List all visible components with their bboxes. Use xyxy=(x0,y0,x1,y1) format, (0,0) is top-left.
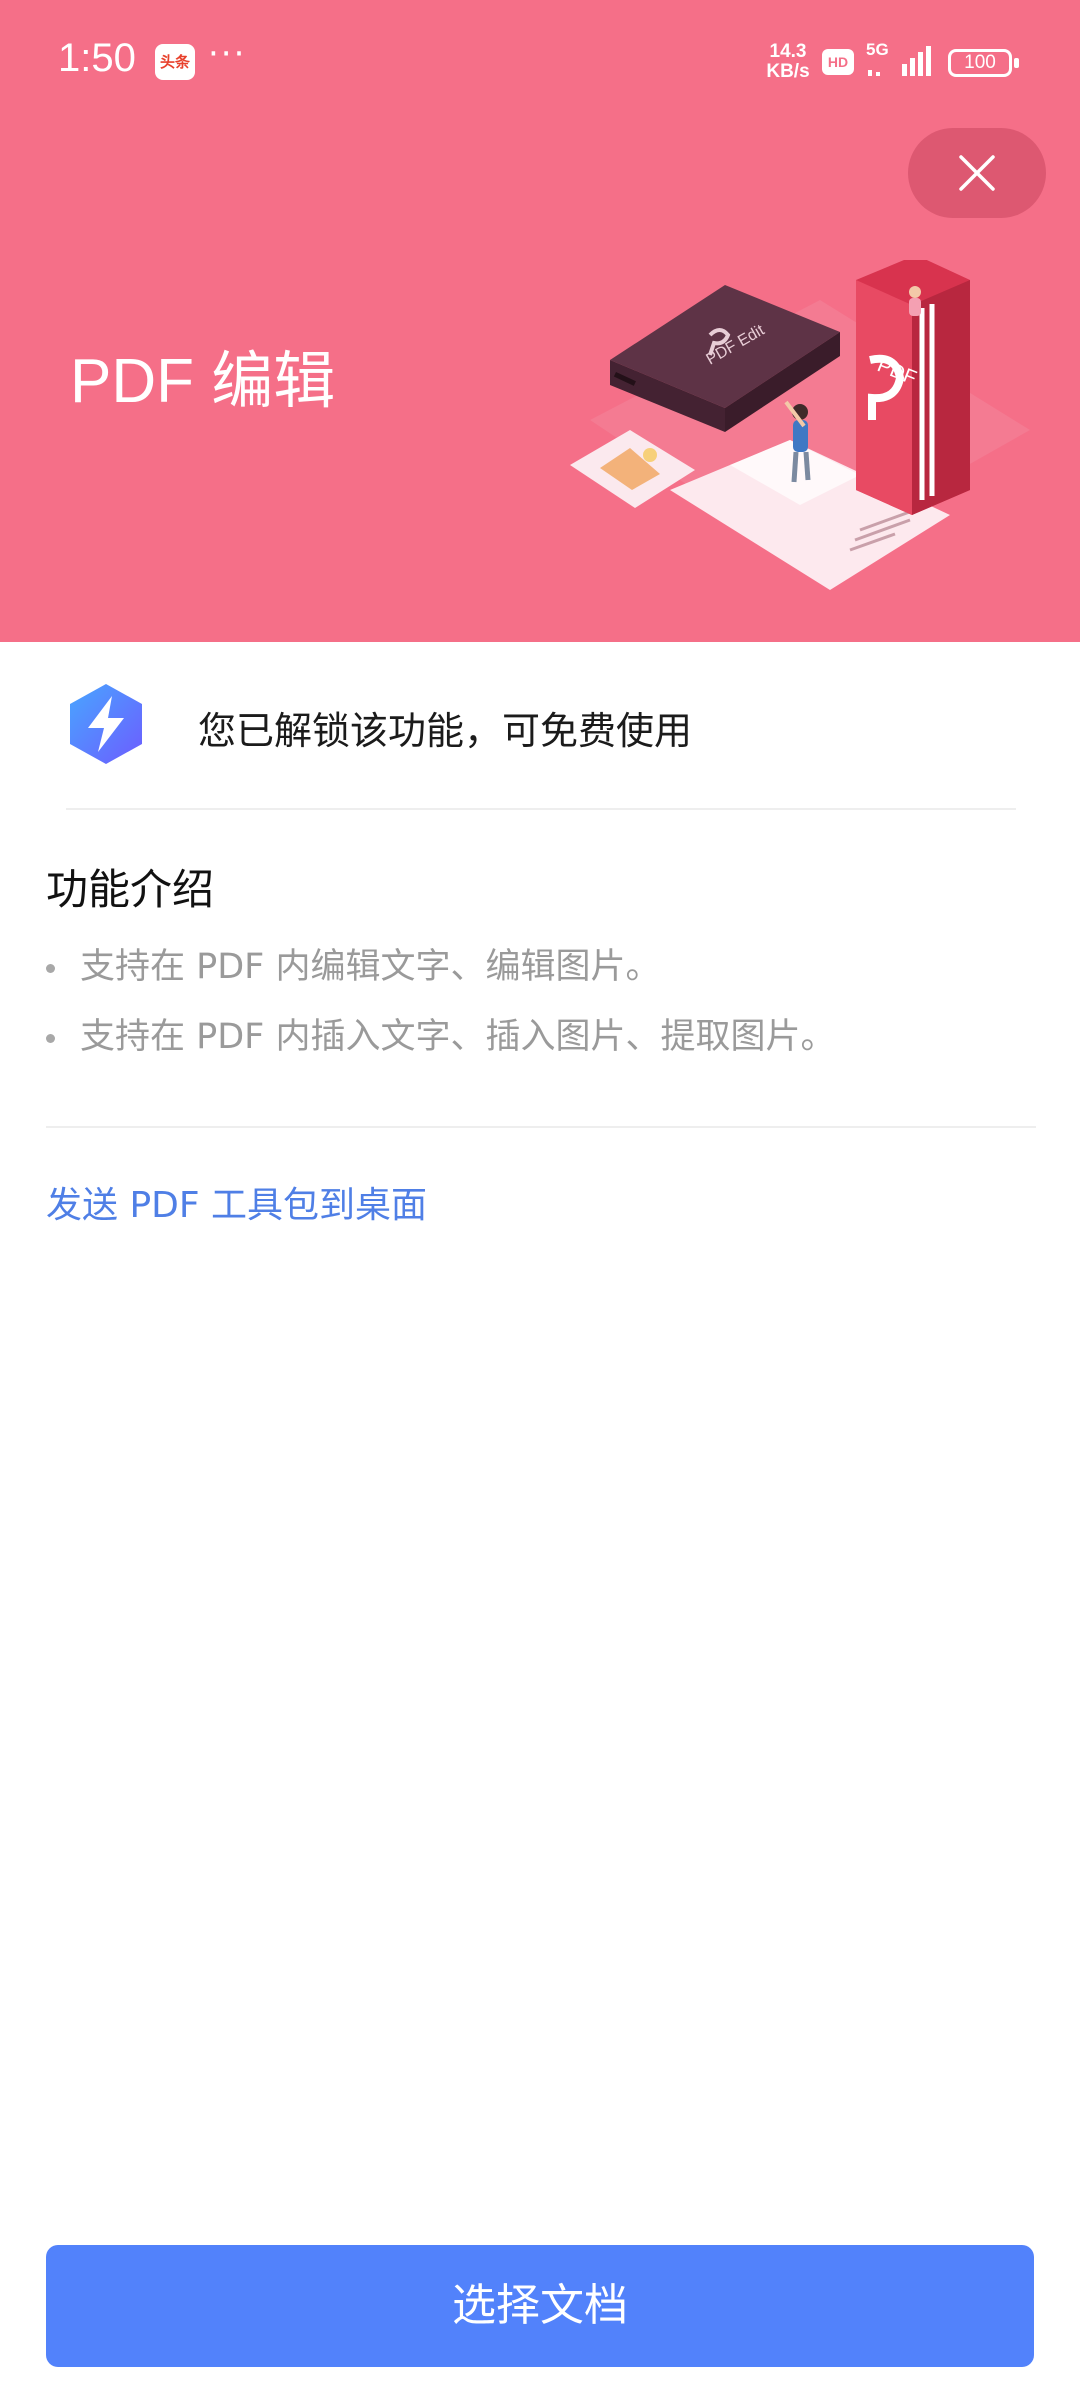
feature-text: 支持在 PDF 内编辑文字、编辑图片。 xyxy=(80,947,661,987)
close-icon xyxy=(959,155,995,191)
more-notifications-icon: ··· xyxy=(208,34,247,74)
toutiao-app-icon: 头条 xyxy=(155,44,195,80)
bullet-icon xyxy=(46,1034,55,1043)
close-button[interactable] xyxy=(908,128,1046,218)
feature-item: 支持在 PDF 内插入文字、插入图片、提取图片。 xyxy=(46,1014,1026,1084)
unlock-message: 您已解锁该功能，可免费使用 xyxy=(198,709,693,753)
lightning-icon xyxy=(70,684,142,764)
select-document-button[interactable]: 选择文档 xyxy=(46,2245,1034,2367)
divider xyxy=(46,1126,1036,1128)
bullet-icon xyxy=(46,964,55,973)
feature-text: 支持在 PDF 内插入文字、插入图片、提取图片。 xyxy=(80,1017,836,1057)
network-speed: 14.3 KB/s xyxy=(760,42,816,82)
battery-icon: 100 xyxy=(948,49,1019,77)
page-title: PDF 编辑 xyxy=(70,347,336,416)
hero-banner: 1:50 头条 ··· 14.3 KB/s HD 5G 100 PDF 编辑 P… xyxy=(0,0,1080,642)
unlock-notice: 您已解锁该功能，可免费使用 xyxy=(0,642,1080,810)
network-speed-value: 14.3 xyxy=(769,41,807,62)
section-title-intro: 功能介绍 xyxy=(46,865,215,914)
hd-badge: HD xyxy=(822,49,854,75)
network-speed-unit: KB/s xyxy=(766,61,810,82)
status-time: 1:50 xyxy=(58,36,136,80)
feature-item: 支持在 PDF 内编辑文字、编辑图片。 xyxy=(46,944,1026,1014)
send-to-desktop-link[interactable]: 发送 PDF 工具包到桌面 xyxy=(46,1176,427,1228)
pdf-edit-illustration: PDF Edit PDF xyxy=(570,260,1030,590)
feature-list: 支持在 PDF 内编辑文字、编辑图片。 支持在 PDF 内插入文字、插入图片、提… xyxy=(46,944,1026,1084)
status-bar: 1:50 头条 ··· 14.3 KB/s HD 5G 100 xyxy=(0,0,1080,125)
divider xyxy=(66,808,1016,810)
signal-icon xyxy=(868,46,931,76)
